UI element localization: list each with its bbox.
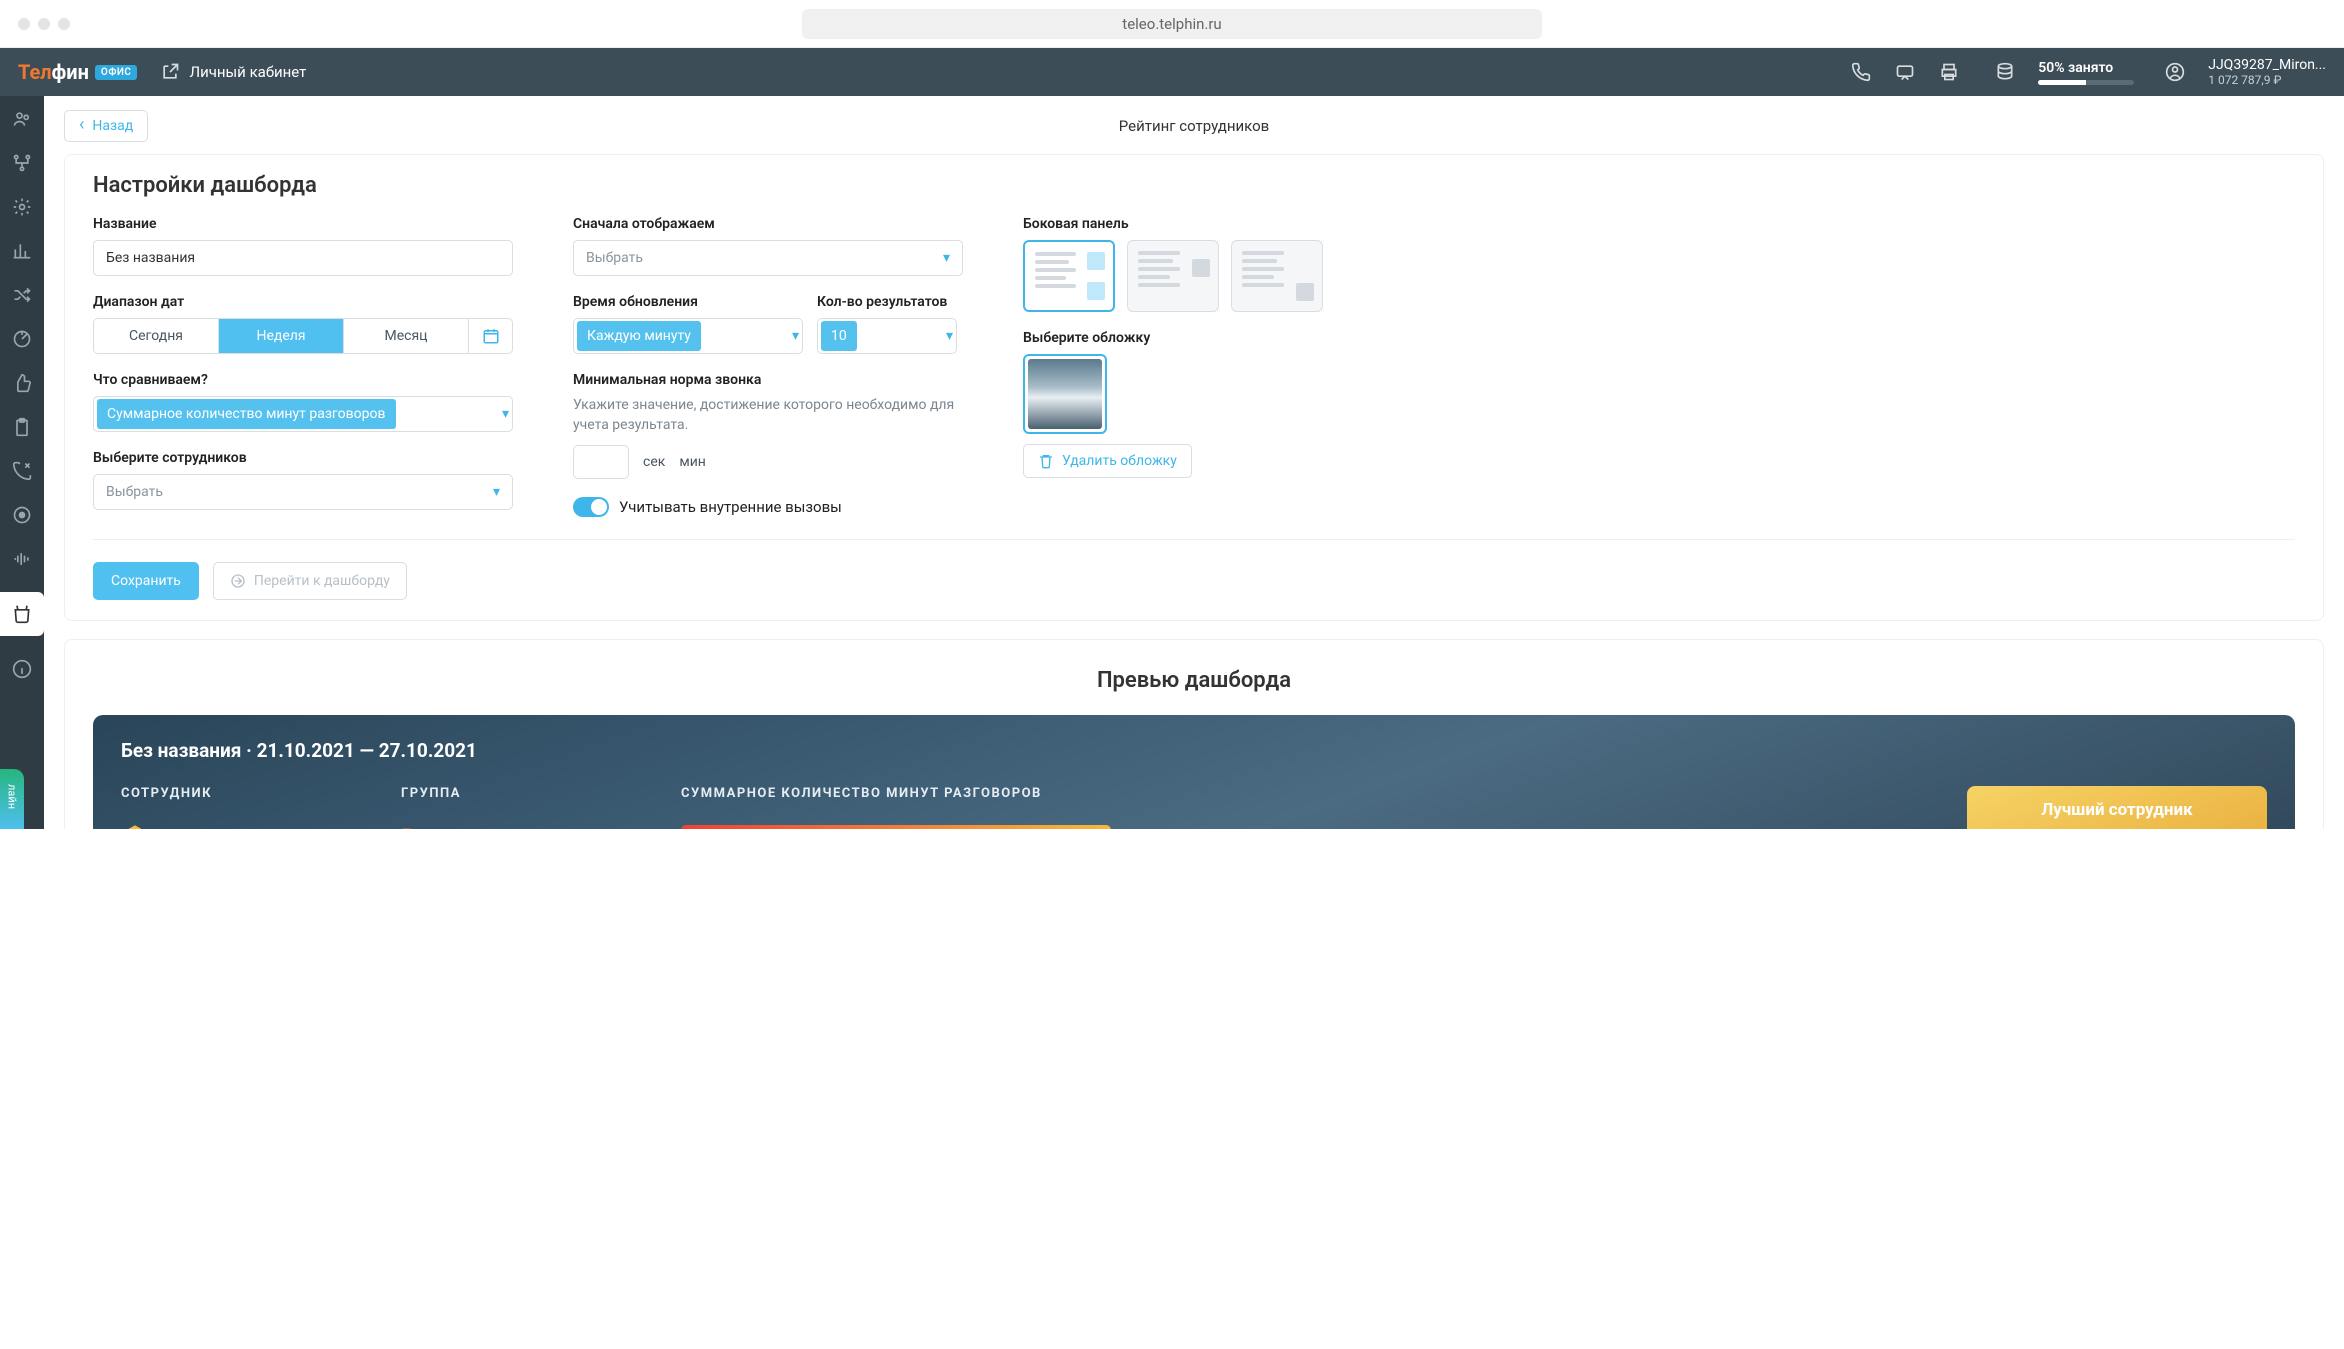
traffic-light-close[interactable] bbox=[18, 18, 30, 30]
group-value: Продажи bbox=[401, 825, 661, 829]
col-header-metric: СУММАРНОЕ КОЛИЧЕСТВО МИНУТ РАЗГОВОРОВ bbox=[681, 786, 1947, 801]
range-month[interactable]: Месяц bbox=[344, 319, 468, 353]
app-logo: Телфин ОФИС bbox=[18, 60, 137, 84]
call-icon[interactable] bbox=[1850, 61, 1872, 83]
panel-layout-option-2[interactable] bbox=[1127, 240, 1219, 312]
back-button[interactable]: Назад bbox=[64, 110, 148, 142]
preview-title: Превью дашборда bbox=[93, 668, 2295, 693]
chevron-down-icon: ▾ bbox=[943, 250, 950, 266]
sidebar-item-thumbsup[interactable] bbox=[11, 372, 33, 394]
user-block[interactable]: JJQ39287_Miron... 1 072 787,9 ₽ bbox=[2208, 57, 2326, 87]
chevron-down-icon: ▾ bbox=[792, 328, 799, 344]
sidebar-item-users[interactable] bbox=[11, 108, 33, 130]
minnorm-input[interactable] bbox=[573, 445, 629, 479]
cover-label: Выберите обложку bbox=[1023, 330, 2295, 346]
print-icon[interactable] bbox=[1938, 61, 1960, 83]
dashboard-heading: Без названия · 21.10.2021 — 27.10.2021 bbox=[121, 739, 2267, 762]
sidebar-item-marketplace[interactable] bbox=[0, 592, 44, 636]
name-input[interactable] bbox=[93, 240, 513, 276]
chat-icon[interactable] bbox=[1894, 61, 1916, 83]
minnorm-label: Минимальная норма звонка bbox=[573, 372, 963, 388]
usage-fill bbox=[2038, 80, 2086, 85]
refresh-label: Время обновления bbox=[573, 294, 803, 310]
display-first-select[interactable]: Выбрать ▾ bbox=[573, 240, 963, 276]
best-label: Лучший сотрудник bbox=[1977, 800, 2257, 820]
browser-chrome: teleo.telphin.ru bbox=[0, 0, 2344, 48]
chevron-down-icon: ▾ bbox=[493, 484, 500, 500]
cover-thumbnail[interactable] bbox=[1023, 354, 1107, 434]
sidebar-item-clipboard[interactable] bbox=[11, 416, 33, 438]
url-bar[interactable]: teleo.telphin.ru bbox=[802, 9, 1542, 39]
col-header-group: ГРУППА bbox=[401, 786, 661, 801]
preview-card: Превью дашборда Без названия · 21.10.202… bbox=[64, 639, 2324, 829]
employees-label: Выберите сотрудников bbox=[93, 450, 513, 466]
save-button[interactable]: Сохранить bbox=[93, 562, 199, 600]
employees-select[interactable]: Выбрать ▾ bbox=[93, 474, 513, 510]
goto-dashboard-button[interactable]: Перейти к дашборду bbox=[213, 562, 407, 600]
database-icon[interactable] bbox=[1994, 61, 2016, 83]
best-employee-card: Лучший сотрудник 00:00:50 Василий Петров bbox=[1967, 786, 2267, 829]
results-label: Кол-во результатов bbox=[817, 294, 963, 310]
dashboard-preview: Без названия · 21.10.2021 — 27.10.2021 С… bbox=[93, 715, 2295, 829]
date-range-segmented: Сегодня Неделя Месяц bbox=[93, 318, 513, 354]
unit-sec: сек bbox=[643, 454, 665, 470]
chevron-down-icon: ▾ bbox=[502, 406, 509, 422]
sidepanel-label: Боковая панель bbox=[1023, 216, 2295, 232]
chevron-down-icon: ▾ bbox=[946, 328, 953, 344]
rank-badge-1: 1 bbox=[121, 825, 149, 829]
user-avatar-icon[interactable] bbox=[2164, 61, 2186, 83]
external-link-icon bbox=[159, 61, 181, 83]
sidebar-item-info[interactable] bbox=[11, 658, 33, 680]
delete-cover-button[interactable]: Удалить обложку bbox=[1023, 444, 1192, 478]
sidebar-item-shuffle[interactable] bbox=[11, 284, 33, 306]
sidebar: лайн bbox=[0, 96, 44, 829]
employee-row-1: 1 Василий Петров bbox=[121, 825, 381, 829]
refresh-select[interactable]: Каждую минуту ▾ bbox=[573, 318, 803, 354]
sidebar-item-routing[interactable] bbox=[11, 152, 33, 174]
internal-calls-toggle[interactable]: Учитывать внутренние вызовы bbox=[573, 497, 963, 517]
col-header-employee: СОТРУДНИК bbox=[121, 786, 381, 801]
page-title: Рейтинг сотрудников bbox=[44, 117, 2344, 135]
panel-layout-option-3[interactable] bbox=[1231, 240, 1323, 312]
main-content: Назад Рейтинг сотрудников Настройки дашб… bbox=[44, 96, 2344, 829]
storage-usage: 50% занято bbox=[2038, 60, 2134, 85]
sidebar-item-record[interactable] bbox=[11, 504, 33, 526]
traffic-light-min[interactable] bbox=[38, 18, 50, 30]
metric-bar-1: 00:00:50 bbox=[681, 825, 1111, 829]
personal-cabinet-link[interactable]: Личный кабинет bbox=[159, 61, 306, 83]
online-tab[interactable]: лайн bbox=[0, 769, 24, 829]
minnorm-hint: Укажите значение, достижение которого не… bbox=[573, 396, 963, 435]
results-select[interactable]: 10 ▾ bbox=[817, 318, 957, 354]
range-week[interactable]: Неделя bbox=[219, 319, 344, 353]
settings-card: Настройки дашборда Название Диапазон дат… bbox=[64, 154, 2324, 621]
sidebar-item-target[interactable] bbox=[11, 328, 33, 350]
sidebar-item-missed-call[interactable] bbox=[11, 460, 33, 482]
best-time: 00:00:50 bbox=[1977, 826, 2257, 829]
sidebar-item-stats[interactable] bbox=[11, 240, 33, 262]
range-label: Диапазон дат bbox=[93, 294, 513, 310]
name-label: Название bbox=[93, 216, 513, 232]
display-first-label: Сначала отображаем bbox=[573, 216, 963, 232]
app-header: Телфин ОФИС Личный кабинет 50% занято JJ… bbox=[0, 48, 2344, 96]
traffic-light-max[interactable] bbox=[58, 18, 70, 30]
panel-layout-option-1[interactable] bbox=[1023, 240, 1115, 312]
calendar-icon[interactable] bbox=[468, 319, 512, 353]
toggle-switch-on bbox=[573, 497, 609, 517]
compare-label: Что сравниваем? bbox=[93, 372, 513, 388]
sidebar-item-audio[interactable] bbox=[11, 548, 33, 570]
settings-title: Настройки дашборда bbox=[93, 173, 2295, 198]
range-today[interactable]: Сегодня bbox=[94, 319, 219, 353]
unit-min: мин bbox=[679, 454, 706, 470]
sidebar-item-settings[interactable] bbox=[11, 196, 33, 218]
compare-select[interactable]: Суммарное количество минут разговоров ▾ bbox=[93, 396, 513, 432]
